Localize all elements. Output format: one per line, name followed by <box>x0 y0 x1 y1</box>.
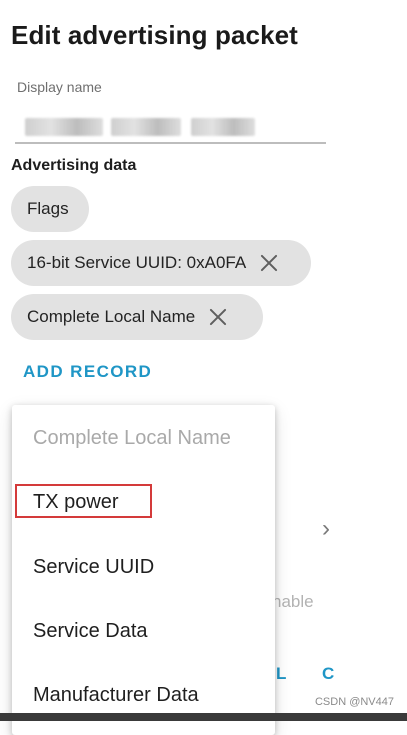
display-name-field[interactable] <box>15 104 326 144</box>
close-icon[interactable] <box>258 252 280 274</box>
blurred-name-text <box>111 118 181 136</box>
menu-item-manufacturer-data[interactable]: Manufacturer Data <box>33 684 199 707</box>
highlight-annotation-box <box>15 484 152 518</box>
record-chip-local-name[interactable]: Complete Local Name <box>11 294 263 340</box>
menu-item-service-uuid[interactable]: Service UUID <box>33 556 154 579</box>
menu-item-service-data[interactable]: Service Data <box>33 620 148 643</box>
field-underline <box>15 142 326 144</box>
record-chip-label: 16-bit Service UUID: 0xA0FA <box>27 253 247 272</box>
blurred-name-text <box>25 118 103 136</box>
record-chip-service-uuid[interactable]: 16-bit Service UUID: 0xA0FA <box>11 240 311 286</box>
record-chip-flags[interactable]: Flags <box>11 186 89 232</box>
record-type-menu: Complete Local Name TX power Service UUI… <box>12 405 275 735</box>
blurred-name-text <box>191 118 255 136</box>
background-button-fragment: L <box>276 664 287 683</box>
display-name-label: Display name <box>17 79 102 95</box>
background-chevron-icon: › <box>322 515 330 542</box>
advertising-data-heading: Advertising data <box>11 157 137 174</box>
background-toggle-label: nable <box>272 592 314 611</box>
menu-item-complete-local-name: Complete Local Name <box>33 427 231 449</box>
add-record-button[interactable]: ADD RECORD <box>23 362 152 382</box>
dialog-title: Edit advertising packet <box>11 20 298 50</box>
background-button-fragment: C <box>322 664 335 683</box>
record-chip-label: Complete Local Name <box>27 307 196 326</box>
record-chip-label: Flags <box>27 199 69 218</box>
watermark: CSDN @NV447 <box>314 696 394 708</box>
close-icon[interactable] <box>207 306 229 328</box>
bottom-bar <box>0 713 407 721</box>
